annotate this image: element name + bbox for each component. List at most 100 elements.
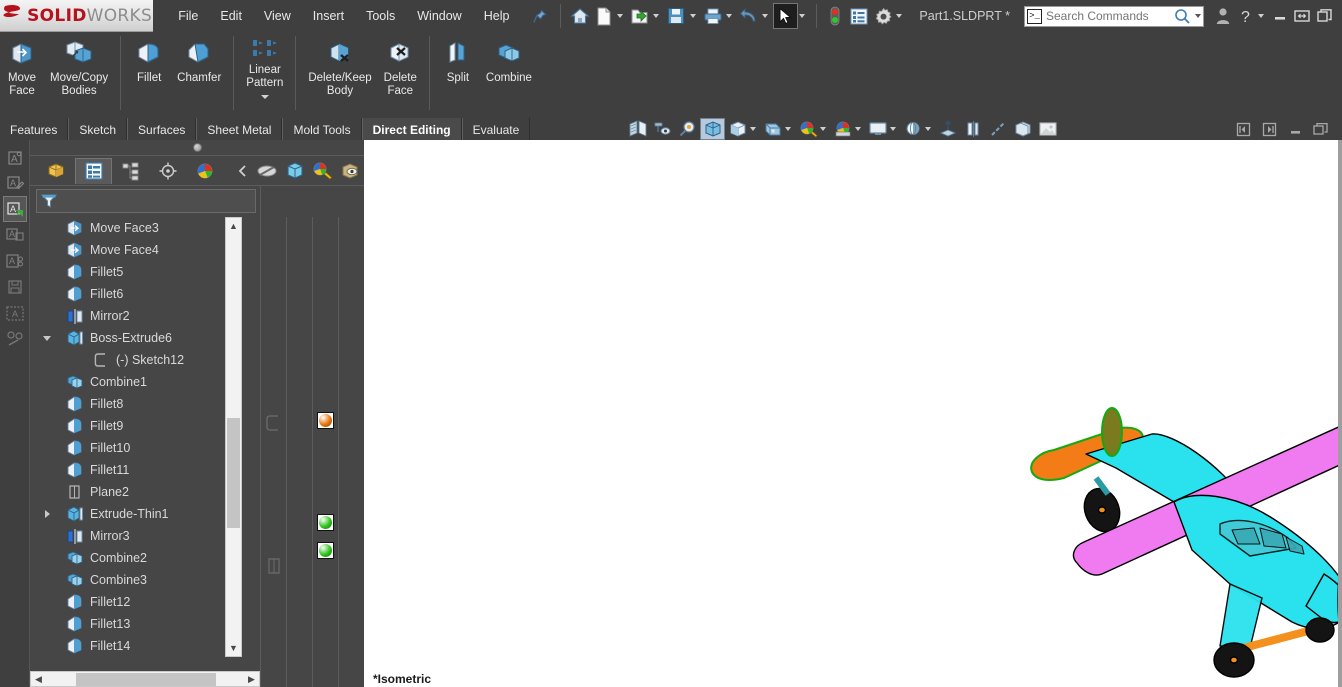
scroll-down-arrow-icon[interactable]: ▼: [226, 640, 241, 656]
tab-direct-editing[interactable]: Direct Editing: [361, 118, 462, 140]
tree-item[interactable]: Plane2: [30, 481, 242, 503]
appearance-copy-icon[interactable]: A: [3, 222, 27, 248]
fm-tab-feature-tree[interactable]: [38, 158, 75, 184]
image-export-icon[interactable]: [1035, 118, 1060, 140]
tree-item[interactable]: Mirror2: [30, 305, 242, 327]
image-preview-icon[interactable]: [1010, 118, 1035, 140]
section-view-icon[interactable]: [700, 118, 725, 140]
previous-view-icon[interactable]: [675, 118, 700, 140]
fillet-button[interactable]: Fillet: [127, 32, 171, 85]
tab-surfaces[interactable]: Surfaces: [127, 118, 197, 140]
new-document-caret-icon[interactable]: [616, 14, 623, 18]
tree-item[interactable]: Combine2: [30, 547, 242, 569]
new-document-icon[interactable]: [592, 3, 616, 29]
edit-appearance-icon[interactable]: [795, 118, 820, 140]
tab-features[interactable]: Features: [0, 118, 69, 140]
feature-tree-filter-input[interactable]: [58, 194, 243, 208]
chevron-left-icon[interactable]: [233, 158, 253, 184]
appearances-icon[interactable]: A: [3, 144, 27, 170]
save-icon[interactable]: [664, 3, 688, 29]
tree-item[interactable]: Fillet9: [30, 415, 242, 437]
chamfer-button[interactable]: Chamfer: [171, 32, 227, 85]
horizontal-scroll-thumb[interactable]: [76, 672, 216, 686]
settings-caret-icon[interactable]: [896, 14, 903, 18]
tree-item[interactable]: Fillet11: [30, 459, 242, 481]
fm-tab-dimxpert[interactable]: [149, 158, 186, 184]
minimize-icon[interactable]: [1269, 4, 1291, 28]
fm-tab-property-manager[interactable]: [75, 157, 113, 184]
chevron-down-icon[interactable]: [41, 332, 53, 344]
feature-tree-horizontal-scrollbar[interactable]: ◀ ▶: [30, 671, 260, 687]
tree-item[interactable]: Move Face4: [30, 239, 242, 261]
fm-tab-display-manager[interactable]: [186, 158, 223, 184]
rebuild-traffic-light-icon[interactable]: [823, 3, 847, 29]
open-folder-caret-icon[interactable]: [653, 14, 660, 18]
linear-pattern-dropdown-icon[interactable]: [260, 95, 269, 99]
feature-tree[interactable]: Move Face3 Move Face4 Fillet5 Fillet6 Mirror…: [30, 217, 242, 657]
view-settings-caret-icon[interactable]: [890, 127, 896, 131]
decals-icon[interactable]: [3, 326, 27, 352]
display-pane-column-display-mode[interactable]: [287, 217, 313, 687]
display-pane-column-appearance[interactable]: [313, 217, 339, 687]
settings-gear-icon[interactable]: [871, 3, 895, 29]
delete-face-button[interactable]: Delete Face: [378, 32, 423, 98]
apply-scene-caret-icon[interactable]: [855, 127, 861, 131]
search-chevron-down-icon[interactable]: [1194, 14, 1201, 18]
undo-caret-icon[interactable]: [762, 14, 769, 18]
save-caret-icon[interactable]: [689, 14, 696, 18]
split-button[interactable]: Split: [436, 32, 480, 85]
view-settings-icon[interactable]: [865, 118, 890, 140]
appearance-marker-green-2[interactable]: [317, 542, 334, 559]
move-face-button[interactable]: Move Face: [0, 32, 44, 98]
tree-item[interactable]: Mirror3: [30, 525, 242, 547]
tree-item[interactable]: Move Face3: [30, 217, 242, 239]
appearance-filter-icon[interactable]: A: [3, 248, 27, 274]
view-orientation-caret-icon[interactable]: [750, 127, 756, 131]
user-account-icon[interactable]: [1212, 4, 1234, 28]
restore-icon[interactable]: [1291, 4, 1313, 28]
delete-keep-body-button[interactable]: Delete/Keep Body: [302, 32, 377, 98]
tree-item[interactable]: (-) Sketch12: [30, 349, 242, 371]
splitter-grip-icon[interactable]: [192, 143, 202, 152]
menu-help[interactable]: Help: [473, 5, 521, 27]
tab-mold-tools[interactable]: Mold Tools: [282, 118, 362, 140]
menu-tools[interactable]: Tools: [355, 5, 406, 27]
edit-appearance-caret-icon[interactable]: [820, 127, 826, 131]
scroll-right-arrow-icon[interactable]: ▶: [244, 674, 259, 685]
home-icon[interactable]: [567, 3, 591, 29]
tree-item[interactable]: Fillet6: [30, 283, 242, 305]
search-commands-box[interactable]: >_: [1023, 5, 1204, 27]
tab-sheet-metal[interactable]: Sheet Metal: [196, 118, 283, 140]
transparency-eye-icon[interactable]: [336, 158, 364, 184]
zoom-to-fit-icon[interactable]: [625, 118, 650, 140]
menu-insert[interactable]: Insert: [302, 5, 355, 27]
print-caret-icon[interactable]: [725, 14, 732, 18]
display-pane-column-hide-show[interactable]: [261, 217, 287, 687]
undo-icon[interactable]: [737, 3, 761, 29]
tree-item[interactable]: Boss-Extrude6: [30, 327, 242, 349]
menu-edit[interactable]: Edit: [209, 5, 253, 27]
open-folder-icon[interactable]: [628, 3, 652, 29]
appearance-marker-green-1[interactable]: [317, 514, 334, 531]
display-style-caret-icon[interactable]: [785, 127, 791, 131]
menu-view[interactable]: View: [253, 5, 302, 27]
tree-item[interactable]: Fillet5: [30, 261, 242, 283]
chevron-right-icon[interactable]: [41, 508, 53, 520]
scene-frame-icon[interactable]: A: [3, 300, 27, 326]
tree-item[interactable]: Combine3: [30, 569, 242, 591]
tree-item[interactable]: Fillet12: [30, 591, 242, 613]
magnifier-icon[interactable]: [1174, 8, 1191, 25]
view-orientation-icon[interactable]: [725, 118, 750, 140]
scroll-up-arrow-icon[interactable]: ▲: [226, 218, 241, 234]
panel-splitter[interactable]: [30, 140, 364, 156]
move-copy-bodies-button[interactable]: Move/Copy Bodies: [44, 32, 114, 98]
zoom-to-area-icon[interactable]: [650, 118, 675, 140]
display-style-icon[interactable]: [760, 118, 785, 140]
tree-item[interactable]: Fillet10: [30, 437, 242, 459]
display-states-icon[interactable]: [985, 118, 1010, 140]
tree-item[interactable]: Extrude-Thin1: [30, 503, 242, 525]
pushpin-icon[interactable]: [526, 3, 552, 29]
fm-tab-configuration-manager[interactable]: [112, 158, 149, 184]
graphics-viewport[interactable]: Y X Z: [364, 140, 1342, 687]
apply-scene-icon[interactable]: [830, 118, 855, 140]
